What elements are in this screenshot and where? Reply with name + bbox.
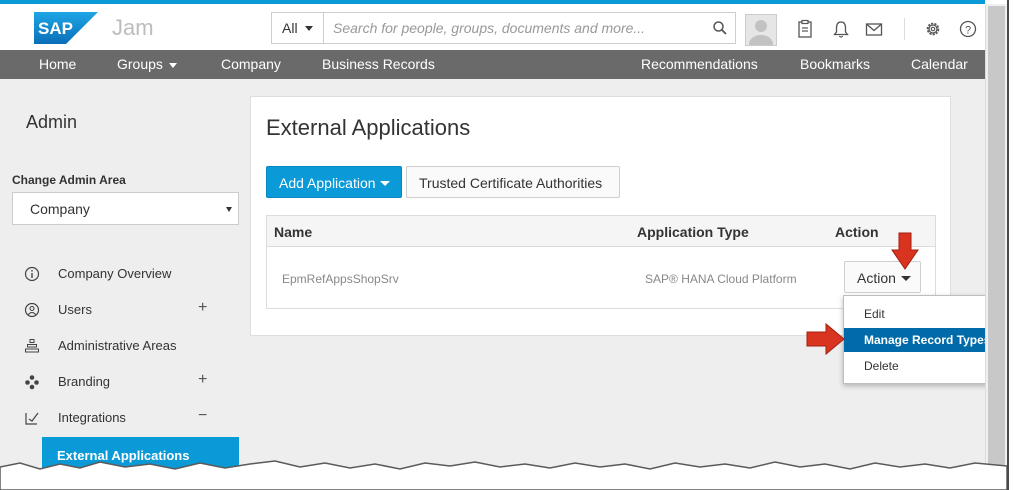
app-name-cell: EpmRefAppsShopSrv bbox=[282, 272, 399, 286]
column-header-action: Action bbox=[835, 224, 879, 240]
admin-area-select[interactable]: Company bbox=[12, 192, 239, 225]
info-icon bbox=[24, 266, 40, 282]
sidebar-item-integrations[interactable]: Integrations − bbox=[22, 407, 217, 428]
sidebar-item-label: Branding bbox=[58, 374, 111, 389]
chevron-down-icon bbox=[168, 62, 177, 68]
main-nav: Home Groups Company Business Records Rec… bbox=[0, 50, 985, 79]
annotation-arrow-down-icon bbox=[891, 232, 919, 270]
chevron-down-icon bbox=[305, 26, 313, 31]
avatar[interactable] bbox=[745, 14, 777, 46]
integration-icon bbox=[25, 412, 39, 425]
help-icon[interactable]: ? bbox=[958, 19, 978, 39]
chevron-down-icon bbox=[226, 207, 232, 212]
admin-area-value: Company bbox=[30, 201, 90, 217]
search-input[interactable] bbox=[325, 13, 705, 43]
expand-icon[interactable]: + bbox=[198, 371, 207, 389]
nav-recommendations[interactable]: Recommendations bbox=[641, 50, 758, 79]
page-title: External Applications bbox=[266, 115, 471, 140]
add-application-button[interactable]: Add Application bbox=[266, 166, 402, 198]
nav-bookmarks[interactable]: Bookmarks bbox=[800, 50, 870, 79]
svg-text:SAP: SAP bbox=[38, 19, 73, 38]
header-divider bbox=[904, 18, 905, 40]
envelope-icon[interactable] bbox=[864, 19, 884, 39]
chevron-down-icon bbox=[901, 276, 911, 281]
table-header: Name Application Type Action bbox=[267, 216, 935, 247]
trusted-certificate-authorities-button[interactable]: Trusted Certificate Authorities bbox=[406, 166, 620, 198]
sidebar-item-company-overview[interactable]: Company Overview bbox=[22, 264, 217, 284]
add-application-label: Add Application bbox=[279, 175, 376, 191]
search-bar: All bbox=[271, 12, 736, 44]
vertical-scrollbar[interactable] bbox=[985, 4, 1007, 490]
column-header-type: Application Type bbox=[637, 224, 749, 240]
torn-edge-decoration bbox=[0, 460, 1007, 490]
nav-groups[interactable]: Groups bbox=[117, 50, 177, 79]
nav-home[interactable]: Home bbox=[39, 50, 76, 79]
chevron-down-icon bbox=[380, 181, 390, 186]
sidebar-item-label: Integrations bbox=[58, 410, 126, 425]
scrollbar-thumb[interactable] bbox=[988, 6, 1005, 476]
search-scope-dropdown[interactable]: All bbox=[272, 13, 324, 43]
action-label: Action bbox=[857, 270, 896, 286]
menu-item-edit[interactable]: Edit bbox=[844, 302, 1006, 326]
annotation-arrow-right-icon bbox=[806, 322, 845, 356]
app-type-cell: SAP® HANA Cloud Platform bbox=[645, 272, 797, 286]
column-header-name: Name bbox=[274, 224, 313, 240]
sidebar-item-users[interactable]: Users + bbox=[22, 299, 217, 320]
window-edge bbox=[1007, 0, 1024, 490]
search-scope-label: All bbox=[282, 20, 298, 36]
content-area: Admin Change Admin Area Company Company … bbox=[0, 79, 985, 490]
top-header: SAP Jam All Search for people, groups, d… bbox=[0, 0, 985, 50]
expand-icon[interactable]: + bbox=[198, 299, 207, 317]
menu-item-delete[interactable]: Delete bbox=[844, 354, 1006, 378]
sidebar-item-label: Users bbox=[58, 302, 92, 317]
menu-item-manage-record-types[interactable]: Manage Record Types bbox=[844, 328, 1006, 352]
bell-icon[interactable] bbox=[831, 19, 851, 39]
gear-icon[interactable] bbox=[923, 19, 943, 39]
clipboard-icon[interactable] bbox=[795, 19, 815, 39]
sidebar-title: Admin bbox=[26, 112, 78, 132]
hierarchy-icon bbox=[25, 339, 39, 353]
nav-calendar[interactable]: Calendar bbox=[911, 50, 968, 79]
user-silhouette-icon bbox=[749, 20, 773, 45]
user-icon bbox=[24, 302, 40, 318]
palette-icon bbox=[25, 375, 39, 390]
search-icon[interactable] bbox=[712, 20, 728, 36]
sidebar-item-label: Administrative Areas bbox=[58, 338, 177, 353]
nav-company[interactable]: Company bbox=[221, 50, 281, 79]
svg-text:?: ? bbox=[965, 25, 971, 37]
product-name: Jam bbox=[112, 15, 154, 40]
sidebar-item-label: Company Overview bbox=[58, 266, 172, 281]
change-admin-area-label: Change Admin Area bbox=[12, 173, 126, 187]
nav-business-records[interactable]: Business Records bbox=[322, 50, 435, 79]
applications-table: Name Application Type Action EpmRefAppsS… bbox=[266, 215, 936, 309]
sidebar-item-administrative-areas[interactable]: Administrative Areas bbox=[22, 336, 217, 356]
collapse-icon[interactable]: − bbox=[198, 407, 207, 425]
sidebar-item-branding[interactable]: Branding + bbox=[22, 371, 217, 392]
action-menu: Edit Manage Record Types Delete bbox=[843, 295, 1007, 384]
sap-logo[interactable]: SAP bbox=[34, 12, 98, 44]
